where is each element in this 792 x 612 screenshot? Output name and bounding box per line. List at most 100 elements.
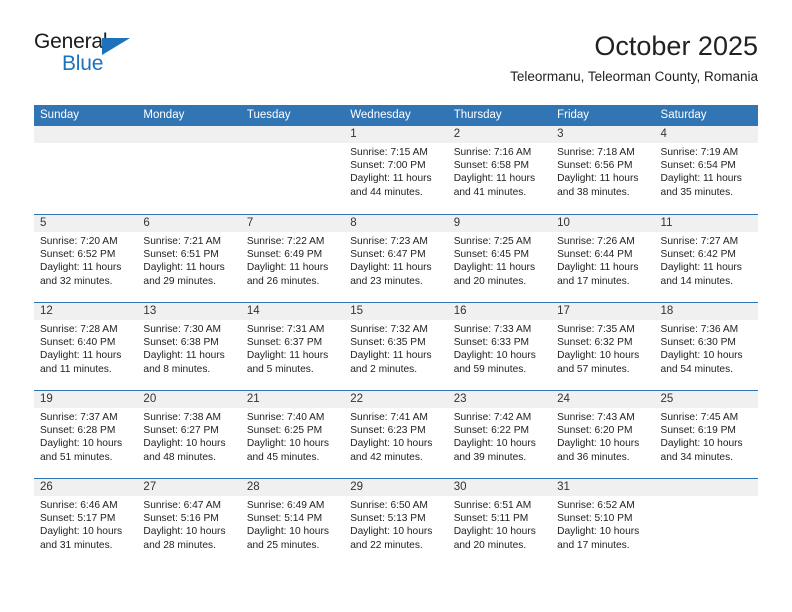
day-number: 30 (447, 479, 552, 496)
day-info: Sunrise: 7:20 AM Sunset: 6:52 PM Daylight:… (34, 232, 137, 288)
daylight-text-line2: and 17 minutes. (557, 275, 630, 287)
sunset-text: Sunset: 6:20 PM (557, 425, 633, 437)
weekday-header-sunday: Sunday (40, 109, 80, 121)
daylight-text-line2: and 34 minutes. (660, 451, 734, 463)
day-number: 4 (654, 126, 758, 143)
daylight-text-line2: and 23 minutes. (350, 275, 423, 287)
day-cell-19[interactable]: 19 Sunrise: 7:37 AM Sunset: 6:28 PM Dayligh… (34, 391, 138, 478)
daylight-text-line1: Daylight: 10 hours (350, 438, 433, 450)
day-number: 10 (551, 215, 655, 232)
day-cell-2[interactable]: 2 Sunrise: 7:16 AM Sunset: 6:58 PM Daylight… (447, 126, 552, 214)
day-cell-3[interactable]: 3 Sunrise: 7:18 AM Sunset: 6:56 PM Daylight… (551, 126, 655, 214)
day-number (137, 126, 241, 143)
day-cell-12[interactable]: 12 Sunrise: 7:28 AM Sunset: 6:40 PM Dayligh… (34, 303, 138, 390)
day-number: 14 (240, 303, 345, 320)
sunrise-text: Sunrise: 7:18 AM (557, 147, 635, 158)
sunrise-text: Sunrise: 7:35 AM (557, 324, 635, 335)
daylight-text-line2: and 22 minutes. (350, 539, 423, 551)
day-number: 26 (34, 479, 138, 496)
day-cell-23[interactable]: 23 Sunrise: 7:42 AM Sunset: 6:22 PM Dayligh… (447, 391, 552, 478)
day-info: Sunrise: 7:18 AM Sunset: 6:56 PM Daylight:… (551, 143, 654, 199)
day-number: 12 (34, 303, 138, 320)
sunrise-text: Sunrise: 7:31 AM (246, 324, 325, 335)
day-cell-8[interactable]: 8 Sunrise: 7:23 AM Sunset: 6:47 PM Daylight… (344, 215, 448, 302)
day-cell-5[interactable]: 5 Sunrise: 7:20 AM Sunset: 6:52 PM Daylight… (34, 215, 138, 302)
day-cell-30[interactable]: 30 Sunrise: 6:51 AM Sunset: 5:11 PM Dayligh… (447, 479, 552, 566)
daylight-text-line1: Daylight: 10 hours (660, 438, 743, 450)
sunrise-text: Sunrise: 7:28 AM (40, 324, 118, 335)
day-number: 7 (240, 215, 345, 232)
day-cell-27[interactable]: 27 Sunrise: 6:47 AM Sunset: 5:16 PM Dayligh… (137, 479, 241, 566)
day-cell-15[interactable]: 15 Sunrise: 7:32 AM Sunset: 6:35 PM Dayligh… (344, 303, 448, 390)
daylight-text-line1: Daylight: 10 hours (350, 526, 433, 538)
day-cell-7[interactable]: 7 Sunrise: 7:22 AM Sunset: 6:49 PM Daylight… (240, 215, 345, 302)
sunrise-text: Sunrise: 7:43 AM (557, 412, 635, 423)
day-cell-26[interactable]: 26 Sunrise: 6:46 AM Sunset: 5:17 PM Dayligh… (34, 479, 138, 566)
day-cell-24[interactable]: 24 Sunrise: 7:43 AM Sunset: 6:20 PM Dayligh… (551, 391, 655, 478)
day-number: 28 (240, 479, 345, 496)
sunset-text: Sunset: 6:40 PM (40, 337, 116, 349)
day-number: 5 (34, 215, 138, 232)
sunset-text: Sunset: 6:38 PM (143, 337, 219, 349)
day-cell-1[interactable]: 1 Sunrise: 7:15 AM Sunset: 7:00 PM Daylight… (344, 126, 448, 214)
daylight-text-line2: and 45 minutes. (246, 451, 320, 463)
day-cell-9[interactable]: 9 Sunrise: 7:25 AM Sunset: 6:45 PM Daylight… (447, 215, 552, 302)
day-cell-21[interactable]: 21 Sunrise: 7:40 AM Sunset: 6:25 PM Dayligh… (240, 391, 345, 478)
day-info: Sunrise: 7:28 AM Sunset: 6:40 PM Daylight:… (34, 320, 137, 376)
day-cell-16[interactable]: 16 Sunrise: 7:33 AM Sunset: 6:33 PM Dayligh… (447, 303, 552, 390)
sunset-text: Sunset: 6:51 PM (143, 249, 219, 261)
sunset-text: Sunset: 6:49 PM (246, 249, 323, 261)
sunrise-text: Sunrise: 7:38 AM (143, 412, 222, 423)
sunset-text: Sunset: 6:54 PM (660, 160, 736, 172)
day-cell-25[interactable]: 25 Sunrise: 7:45 AM Sunset: 6:19 PM Dayligh… (654, 391, 758, 478)
day-info: Sunrise: 6:51 AM Sunset: 5:11 PM Daylight:… (448, 496, 551, 552)
daylight-text-line2: and 26 minutes. (246, 275, 320, 287)
day-cell-10[interactable]: 10 Sunrise: 7:26 AM Sunset: 6:44 PM Dayligh… (551, 215, 655, 302)
day-info: Sunrise: 7:42 AM Sunset: 6:22 PM Daylight:… (448, 408, 551, 464)
day-info: Sunrise: 7:36 AM Sunset: 6:30 PM Daylight:… (655, 320, 758, 376)
day-cell-28[interactable]: 28 Sunrise: 6:49 AM Sunset: 5:14 PM Dayligh… (240, 479, 345, 566)
sunset-text: Sunset: 6:56 PM (557, 160, 633, 172)
daylight-text-line1: Daylight: 11 hours (143, 262, 225, 274)
sunrise-text: Sunrise: 7:33 AM (453, 324, 532, 335)
day-cell-17[interactable]: 17 Sunrise: 7:35 AM Sunset: 6:32 PM Dayligh… (551, 303, 655, 390)
sunrise-text: Sunrise: 7:15 AM (350, 147, 428, 158)
sunset-text: Sunset: 6:27 PM (143, 425, 219, 437)
day-cell-11[interactable]: 11 Sunrise: 7:27 AM Sunset: 6:42 PM Dayligh… (654, 215, 758, 302)
day-cell-14[interactable]: 14 Sunrise: 7:31 AM Sunset: 6:37 PM Dayligh… (240, 303, 345, 390)
sunrise-text: Sunrise: 6:52 AM (557, 500, 635, 511)
day-info: Sunrise: 7:19 AM Sunset: 6:54 PM Daylight:… (655, 143, 758, 199)
week-row: 12 Sunrise: 7:28 AM Sunset: 6:40 PM Dayligh… (34, 302, 758, 390)
daylight-text-line1: Daylight: 10 hours (453, 526, 536, 538)
daylight-text-line2: and 2 minutes. (350, 363, 418, 375)
logo-text-blue: Blue (62, 52, 104, 75)
day-info: Sunrise: 7:40 AM Sunset: 6:25 PM Daylight:… (241, 408, 344, 464)
day-info: Sunrise: 7:15 AM Sunset: 7:00 PM Daylight:… (344, 143, 447, 199)
daylight-text-line2: and 36 minutes. (557, 451, 630, 463)
daylight-text-line2: and 51 minutes. (40, 451, 113, 463)
day-number (240, 126, 345, 143)
sunset-text: Sunset: 5:16 PM (143, 513, 219, 525)
sunrise-text: Sunrise: 7:36 AM (660, 324, 739, 335)
day-info: Sunrise: 7:38 AM Sunset: 6:27 PM Daylight:… (137, 408, 240, 464)
sunset-text: Sunset: 6:44 PM (557, 249, 633, 261)
generalblue-logo[interactable]: General Blue (34, 30, 254, 86)
day-cell-13[interactable]: 13 Sunrise: 7:30 AM Sunset: 6:38 PM Dayligh… (137, 303, 241, 390)
day-cell-empty (34, 126, 138, 214)
day-cell-6[interactable]: 6 Sunrise: 7:21 AM Sunset: 6:51 PM Daylight… (137, 215, 241, 302)
day-cell-22[interactable]: 22 Sunrise: 7:41 AM Sunset: 6:23 PM Dayligh… (344, 391, 448, 478)
day-cell-29[interactable]: 29 Sunrise: 6:50 AM Sunset: 5:13 PM Dayligh… (344, 479, 448, 566)
day-number: 8 (344, 215, 448, 232)
sunset-text: Sunset: 5:14 PM (246, 513, 323, 525)
sunset-text: Sunset: 6:52 PM (40, 249, 116, 261)
sunrise-text: Sunrise: 7:30 AM (143, 324, 222, 335)
day-cell-4[interactable]: 4 Sunrise: 7:19 AM Sunset: 6:54 PM Daylight… (654, 126, 758, 214)
day-number: 17 (551, 303, 655, 320)
daylight-text-line1: Daylight: 10 hours (557, 350, 640, 362)
day-cell-18[interactable]: 18 Sunrise: 7:36 AM Sunset: 6:30 PM Dayligh… (654, 303, 758, 390)
sunrise-text: Sunrise: 6:46 AM (40, 500, 118, 511)
day-cell-20[interactable]: 20 Sunrise: 7:38 AM Sunset: 6:27 PM Dayligh… (137, 391, 241, 478)
day-cell-31[interactable]: 31 Sunrise: 6:52 AM Sunset: 5:10 PM Dayligh… (551, 479, 655, 566)
day-info: Sunrise: 7:32 AM Sunset: 6:35 PM Daylight:… (344, 320, 447, 376)
daylight-text-line1: Daylight: 10 hours (143, 438, 226, 450)
